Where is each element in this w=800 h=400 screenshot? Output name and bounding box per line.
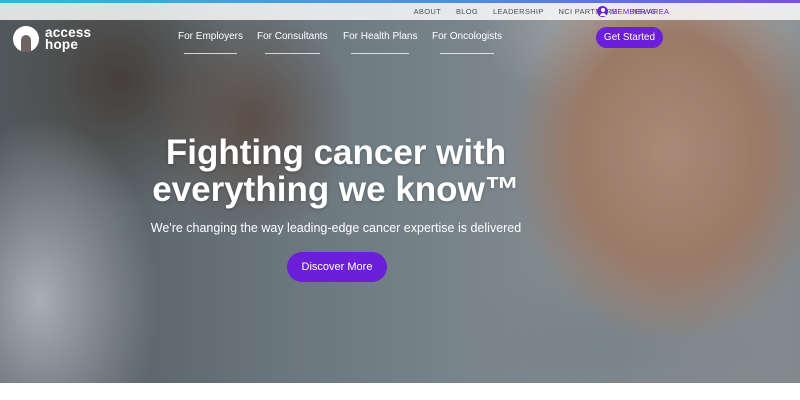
logo-word-hope: hope [45, 37, 79, 52]
nav-underline [184, 53, 238, 54]
hero-headline-line-2: everything we know™ [152, 170, 520, 209]
hero-headline-line-1: Fighting cancer with [165, 133, 507, 172]
utility-link-leadership[interactable]: LEADERSHIP [493, 5, 544, 18]
nav-label: For Employers [178, 31, 244, 42]
nav-for-health-plans[interactable]: For Health Plans [343, 31, 417, 54]
logo-mark-icon [13, 26, 39, 52]
utility-bar: ABOUT BLOG LEADERSHIP NCI PARTNERS NEWS … [0, 3, 800, 20]
logo-wordmark: access hope [45, 26, 91, 52]
hero-headline: Fighting cancer with everything we know™ [0, 134, 672, 208]
nav-label: For Health Plans [343, 31, 418, 42]
nav-underline [351, 53, 410, 54]
discover-more-button[interactable]: Discover More [287, 252, 387, 282]
access-hope-logo[interactable]: access hope [13, 26, 91, 52]
utility-link-blog[interactable]: BLOG [456, 5, 478, 18]
nav-underline [265, 53, 320, 54]
nav-underline [440, 53, 495, 54]
nav-for-consultants[interactable]: For Consultants [257, 31, 328, 54]
utility-link-about[interactable]: ABOUT [414, 5, 441, 18]
top-accent-bar [0, 0, 800, 3]
member-area-link[interactable]: MEMBER AREA [597, 6, 669, 17]
nav-label: For Consultants [257, 31, 328, 42]
nav-label: For Oncologists [432, 31, 503, 42]
user-icon [597, 6, 608, 17]
hero-subheadline: We're changing the way leading-edge canc… [150, 221, 522, 235]
nav-for-employers[interactable]: For Employers [178, 31, 243, 54]
get-started-button[interactable]: Get Started [596, 27, 663, 48]
nav-for-oncologists[interactable]: For Oncologists [432, 31, 502, 54]
member-area-label: MEMBER AREA [611, 7, 670, 16]
